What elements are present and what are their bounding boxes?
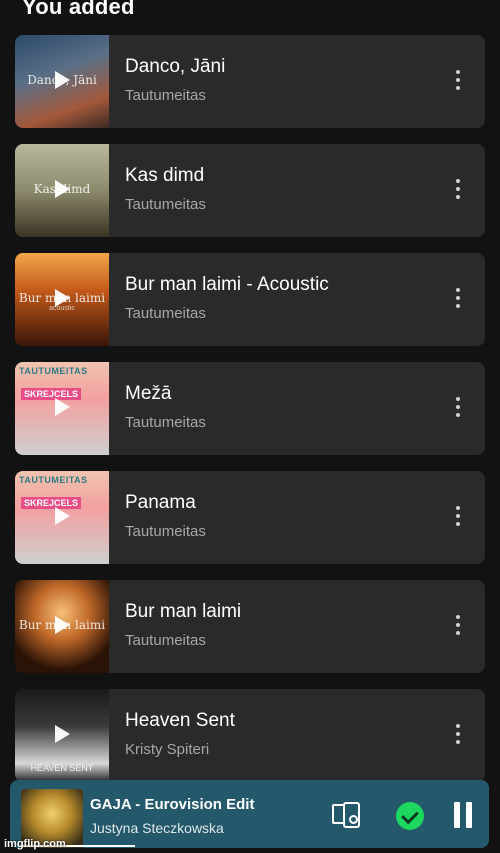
album-art[interactable]: Bur man laimi acoustic — [15, 253, 109, 346]
track-row[interactable]: TAUTUMEITAS SKREJCELS Mežā Tautumeitas — [15, 362, 485, 455]
play-icon[interactable] — [55, 398, 70, 416]
play-icon[interactable] — [55, 289, 70, 307]
album-art[interactable]: TAUTUMEITAS SKREJCELS — [15, 471, 109, 564]
track-row[interactable]: TAUTUMEITAS SKREJCELS Panama Tautumeitas — [15, 471, 485, 564]
more-vertical-icon[interactable] — [455, 397, 461, 421]
more-vertical-icon[interactable] — [455, 506, 461, 530]
track-title: Bur man laimi - Acoustic — [125, 274, 329, 295]
play-icon[interactable] — [55, 616, 70, 634]
track-title: Heaven Sent — [125, 710, 235, 731]
check-circle-icon[interactable] — [396, 802, 424, 830]
album-art-band: TAUTUMEITAS — [19, 475, 88, 485]
track-artist: Tautumeitas — [125, 87, 206, 104]
track-row[interactable]: Bur man laimi Bur man laimi Tautumeitas — [15, 580, 485, 673]
album-art[interactable]: Danco, Jāni — [15, 35, 109, 128]
track-row[interactable]: Bur man laimi acoustic Bur man laimi - A… — [15, 253, 485, 346]
play-icon[interactable] — [55, 507, 70, 525]
album-art-caption: HEAVEN SENT — [30, 763, 94, 773]
track-artist: Tautumeitas — [125, 632, 206, 649]
section-title: You added — [22, 0, 135, 19]
track-artist: Kristy Spiteri — [125, 741, 210, 758]
track-title: Panama — [125, 492, 196, 513]
album-art-band: TAUTUMEITAS — [19, 366, 88, 376]
play-icon[interactable] — [55, 180, 70, 198]
more-vertical-icon[interactable] — [455, 288, 461, 312]
more-vertical-icon[interactable] — [455, 70, 461, 94]
now-playing-title: GAJA - Eurovision Edit — [90, 796, 255, 813]
now-playing-artist: Justyna Steczkowska — [90, 820, 224, 836]
album-art[interactable]: Bur man laimi — [15, 580, 109, 673]
play-icon[interactable] — [55, 71, 70, 89]
album-art[interactable]: Kas dimd — [15, 144, 109, 237]
track-artist: Tautumeitas — [125, 305, 206, 322]
track-title: Mežā — [125, 383, 172, 404]
track-title: Bur man laimi — [125, 601, 242, 622]
track-row[interactable]: Kas dimd Kas dimd Tautumeitas — [15, 144, 485, 237]
more-vertical-icon[interactable] — [455, 179, 461, 203]
album-art-tag: SKREJCELS — [21, 497, 82, 509]
track-title: Danco, Jāni — [125, 56, 226, 77]
watermark: imgflip.com — [4, 838, 66, 850]
track-title: Kas dimd — [125, 165, 205, 186]
track-artist: Tautumeitas — [125, 414, 206, 431]
track-list: Danco, Jāni Danco, Jāni Tautumeitas Kas … — [15, 35, 485, 798]
album-art[interactable]: HEAVEN SENT — [15, 689, 109, 782]
more-vertical-icon[interactable] — [455, 615, 461, 639]
track-artist: Tautumeitas — [125, 196, 206, 213]
now-playing-bar[interactable]: GAJA - Eurovision Edit Justyna Steczkows… — [10, 780, 489, 848]
track-artist: Tautumeitas — [125, 523, 206, 540]
play-icon[interactable] — [55, 725, 70, 743]
track-row[interactable]: HEAVEN SENT Heaven Sent Kristy Spiteri — [15, 689, 485, 782]
connect-device-icon[interactable] — [332, 802, 364, 828]
pause-icon[interactable] — [452, 802, 474, 828]
track-row[interactable]: Danco, Jāni Danco, Jāni Tautumeitas — [15, 35, 485, 128]
album-art-tag: SKREJCELS — [21, 388, 82, 400]
more-vertical-icon[interactable] — [455, 724, 461, 748]
album-art[interactable]: TAUTUMEITAS SKREJCELS — [15, 362, 109, 455]
